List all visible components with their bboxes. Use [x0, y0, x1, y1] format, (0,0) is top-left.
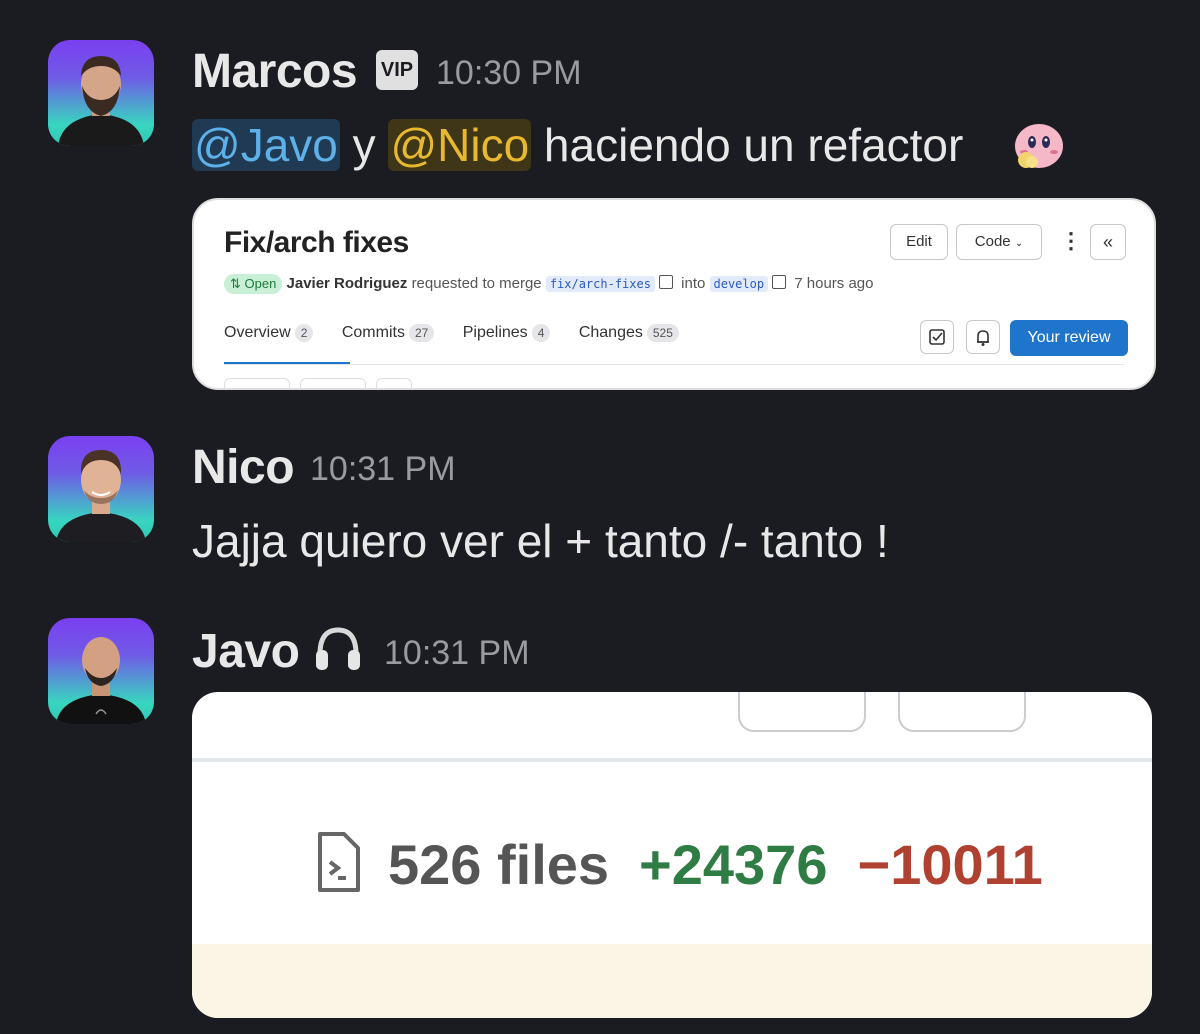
mr-meta: ⇅ Open Javier Rodriguez requested to mer…: [224, 274, 873, 294]
tab-pipelines[interactable]: Pipelines 4: [463, 324, 551, 342]
headphones-icon: [316, 627, 360, 670]
timestamp[interactable]: 10:30 PM: [436, 54, 582, 93]
additions-count: +24376: [639, 833, 828, 896]
tab-count: 525: [646, 324, 679, 342]
timestamp[interactable]: 10:31 PM: [384, 634, 530, 673]
diff-stats-preview[interactable]: 526 files +24376 −10011: [192, 692, 1152, 1018]
avatar-javo[interactable]: [48, 618, 154, 724]
active-tab-indicator: [224, 362, 350, 364]
mention-nico[interactable]: @Nico: [388, 119, 532, 171]
message-text: Jajja quiero ver el + tanto /- tanto !: [192, 515, 889, 567]
avatar-image: [56, 450, 146, 542]
tab-label: Pipelines: [462, 324, 528, 341]
files-count: 526 files: [388, 833, 610, 896]
cropped-button: [224, 378, 290, 388]
notifications-button[interactable]: [966, 320, 1000, 354]
message-text: @Javo y @Nico haciendo un refactor: [192, 118, 963, 172]
tab-commits[interactable]: Commits 27: [341, 324, 435, 342]
tab-changes[interactable]: Changes 525: [579, 324, 679, 342]
status-badge: ⇅ Open: [224, 274, 283, 294]
cropped-button: [898, 692, 1026, 732]
avatar-image: [58, 56, 144, 146]
cropped-button: [376, 378, 412, 388]
copy-icon[interactable]: [772, 275, 787, 289]
todo-button[interactable]: [920, 320, 954, 354]
code-dropdown-button[interactable]: Code ⌄: [956, 224, 1042, 260]
your-review-button[interactable]: Your review: [1010, 320, 1128, 356]
author-name[interactable]: Javo: [192, 624, 300, 679]
deletions-count: −10011: [857, 833, 1043, 896]
card-footer: [192, 944, 1152, 1018]
mention-javo[interactable]: @Javo: [192, 119, 340, 171]
tab-label: Commits: [341, 324, 405, 341]
collapse-sidebar-button[interactable]: «: [1090, 224, 1126, 260]
checkbox-icon: [929, 329, 945, 345]
kirby-blush-emoji[interactable]: [1012, 118, 1066, 170]
cropped-button: [300, 378, 366, 388]
bell-icon: [977, 330, 989, 346]
diff-stats: 526 files +24376 −10011: [388, 832, 1043, 897]
divider: [192, 758, 1152, 762]
avatar-image: [56, 637, 146, 724]
source-branch[interactable]: fix/arch-fixes: [545, 276, 655, 292]
copy-icon[interactable]: [658, 275, 673, 289]
mr-tabs: Overview 2 Commits 27 Pipelines 4 Changes 52…: [224, 324, 703, 342]
avatar-marcos[interactable]: [48, 40, 154, 146]
tabs-divider: [224, 364, 1124, 365]
text-rest: haciendo un refactor: [531, 119, 964, 171]
chevron-down-icon: ⌄: [1014, 238, 1024, 249]
merge-request-preview[interactable]: Fix/arch fixes Edit Code ⌄ ⋮ « ⇅ Open Ja…: [192, 198, 1156, 390]
mr-age: 7 hours ago: [794, 275, 874, 292]
file-code-icon: [318, 832, 360, 892]
kebab-menu-icon[interactable]: ⋮: [1060, 228, 1082, 254]
tab-label: Overview: [224, 324, 291, 341]
target-branch[interactable]: develop: [709, 276, 769, 292]
mr-title[interactable]: Fix/arch fixes: [224, 226, 409, 260]
vip-badge: VIP: [376, 50, 418, 90]
requested-text: requested to merge: [411, 275, 542, 292]
avatar-nico[interactable]: [48, 436, 154, 542]
author-name[interactable]: Nico: [192, 440, 295, 495]
tab-count: 4: [531, 324, 551, 342]
tab-count: 2: [294, 324, 314, 342]
tab-label: Changes: [578, 324, 643, 341]
tab-overview[interactable]: Overview 2: [224, 324, 314, 342]
code-button-label: Code: [974, 233, 1011, 250]
status-label: Open: [244, 276, 277, 291]
edit-button[interactable]: Edit: [890, 224, 948, 260]
text-connector: y: [339, 119, 389, 171]
mr-author[interactable]: Javier Rodriguez: [287, 275, 408, 292]
merge-icon: ⇅: [230, 276, 241, 291]
timestamp[interactable]: 10:31 PM: [310, 450, 456, 489]
cropped-button: [738, 692, 866, 732]
into-text: into: [681, 275, 706, 292]
tab-count: 27: [408, 324, 435, 342]
author-name[interactable]: Marcos: [192, 44, 358, 99]
